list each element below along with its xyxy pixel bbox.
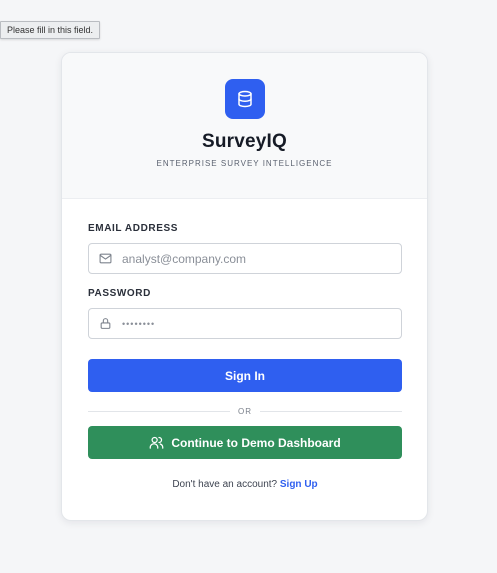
lock-icon — [98, 317, 112, 331]
mail-icon — [98, 252, 112, 266]
sign-up-link[interactable]: Sign Up — [280, 479, 318, 490]
login-form: EMAIL ADDRESS PASSWORD Sign In — [88, 223, 402, 490]
password-input[interactable] — [122, 318, 382, 329]
email-label: EMAIL ADDRESS — [88, 223, 179, 234]
password-label: PASSWORD — [88, 288, 151, 299]
password-field-wrapper[interactable] — [88, 308, 402, 339]
app-tagline: ENTERPRISE SURVEY INTELLIGENCE — [156, 159, 333, 168]
sign-in-button[interactable]: Sign In — [88, 359, 402, 392]
divider-text: OR — [238, 406, 252, 416]
email-field-wrapper[interactable] — [88, 243, 402, 274]
signup-row: Don't have an account? Sign Up — [88, 479, 402, 490]
validation-tooltip: Please fill in this field. — [0, 21, 101, 39]
card-header: SurveyIQ ENTERPRISE SURVEY INTELLIGENCE — [62, 53, 427, 199]
app-name: SurveyIQ — [201, 131, 288, 152]
login-card: SurveyIQ ENTERPRISE SURVEY INTELLIGENCE … — [61, 52, 428, 521]
users-icon — [149, 435, 164, 450]
email-input[interactable] — [122, 251, 382, 266]
demo-button-label: Continue to Demo Dashboard — [171, 435, 341, 450]
signup-prompt: Don't have an account? — [172, 479, 278, 490]
demo-dashboard-button[interactable]: Continue to Demo Dashboard — [88, 426, 402, 459]
divider-line-left — [88, 410, 230, 412]
divider-line-right — [260, 410, 402, 412]
database-icon — [225, 79, 265, 119]
or-divider: OR — [88, 404, 402, 418]
